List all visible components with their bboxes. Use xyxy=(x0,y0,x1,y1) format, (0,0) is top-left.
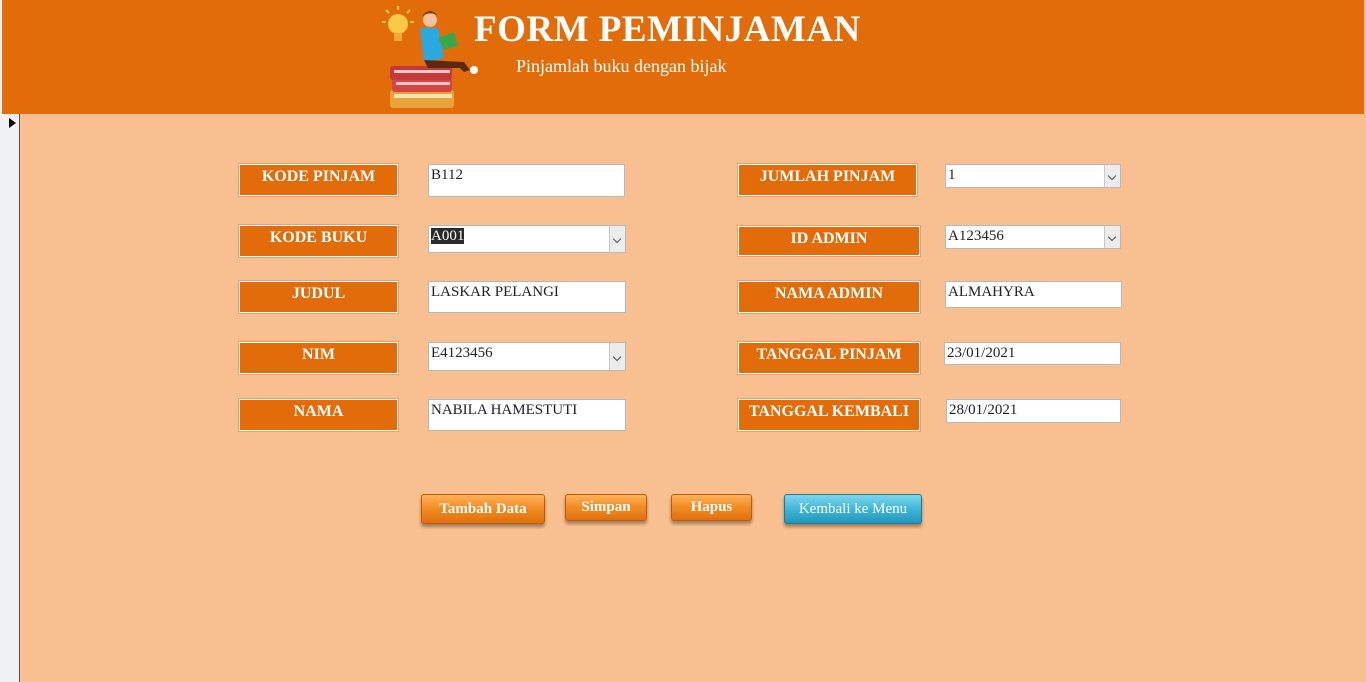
kode-pinjam-label: KODE PINJAM xyxy=(239,164,398,196)
nim-value: E4123456 xyxy=(431,345,493,361)
jumlah-pinjam-label: JUMLAH PINJAM xyxy=(738,164,917,196)
page-subtitle: Pinjamlah buku dengan bijak xyxy=(516,56,727,76)
judul-label: JUDUL xyxy=(239,281,398,313)
id-admin-label: ID ADMIN xyxy=(738,226,920,256)
jumlah-pinjam-combobox[interactable]: 1 xyxy=(945,164,1121,188)
kode-buku-value: A001 xyxy=(431,228,465,244)
hapus-button[interactable]: Hapus xyxy=(671,494,752,521)
kode-buku-label: KODE BUKU xyxy=(239,225,398,257)
kode-buku-combobox[interactable]: A001 xyxy=(428,225,626,253)
nim-combobox[interactable]: E4123456 xyxy=(428,342,626,371)
page-title: FORM PEMINJAMAN xyxy=(474,9,861,50)
judul-input[interactable]: LASKAR PELANGI xyxy=(428,281,626,313)
nama-input[interactable]: NABILA HAMESTUTI xyxy=(428,399,626,431)
kode-pinjam-input[interactable]: B112 xyxy=(428,164,625,197)
nama-admin-label: NAMA ADMIN xyxy=(738,281,920,313)
tanggal-kembali-input[interactable]: 28/01/2021 xyxy=(946,399,1121,423)
nama-admin-input[interactable]: ALMAHYRA xyxy=(945,281,1122,308)
jumlah-pinjam-value: 1 xyxy=(948,167,956,183)
record-selector[interactable] xyxy=(0,114,20,682)
id-admin-dropdown-arrow-icon[interactable] xyxy=(1104,226,1120,248)
id-admin-value: A123456 xyxy=(948,228,1004,244)
simpan-button[interactable]: Simpan xyxy=(565,494,647,521)
jumlah-pinjam-dropdown-arrow-icon[interactable] xyxy=(1104,165,1120,187)
tanggal-kembali-label: TANGGAL KEMBALI xyxy=(738,399,920,431)
id-admin-combobox[interactable]: A123456 xyxy=(945,225,1121,249)
nama-label: NAMA xyxy=(239,399,398,431)
tanggal-pinjam-label: TANGGAL PINJAM xyxy=(738,342,920,374)
reading-person-logo-icon xyxy=(382,6,478,108)
window-edge xyxy=(0,0,2,114)
nim-dropdown-arrow-icon[interactable] xyxy=(609,343,625,370)
tanggal-pinjam-input[interactable]: 23/01/2021 xyxy=(944,342,1121,365)
kembali-ke-menu-button[interactable]: Kembali ke Menu xyxy=(784,494,922,524)
record-pointer-icon xyxy=(9,118,16,128)
tambah-data-button[interactable]: Tambah Data xyxy=(421,494,545,524)
nim-label: NIM xyxy=(239,342,398,374)
kode-buku-dropdown-arrow-icon[interactable] xyxy=(609,226,625,252)
